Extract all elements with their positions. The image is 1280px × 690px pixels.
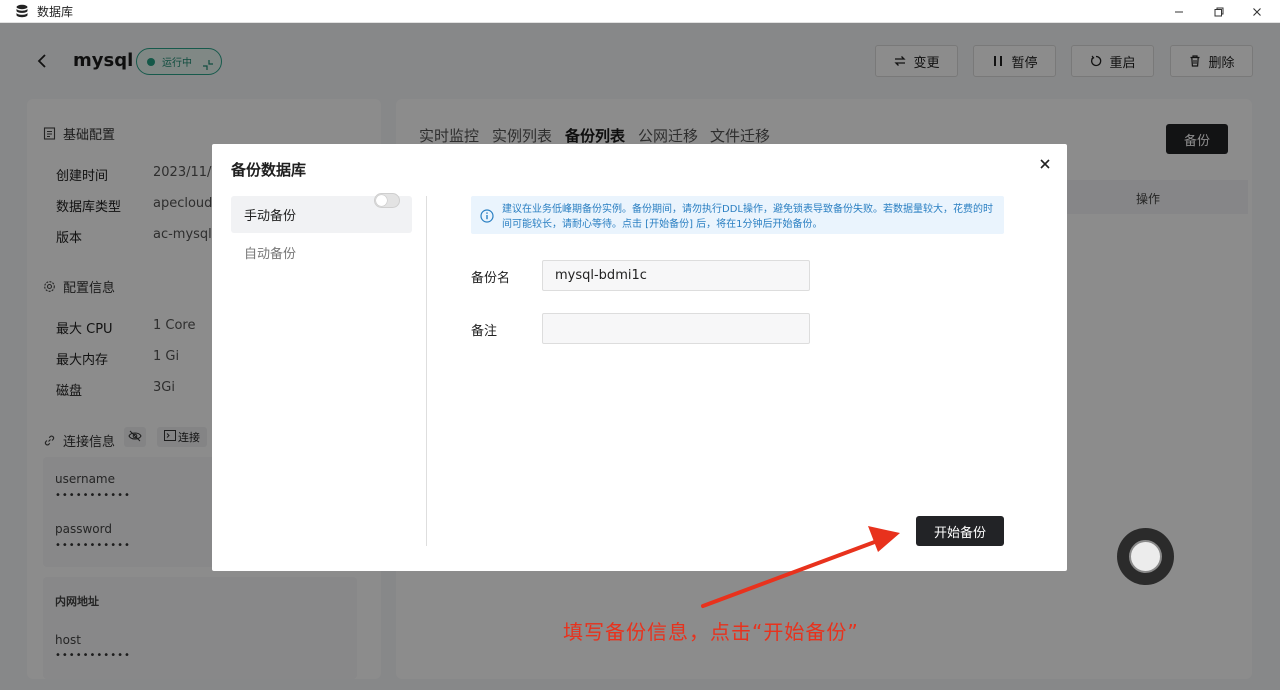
- backup-name-input[interactable]: [542, 260, 810, 291]
- window-title: 数据库: [37, 4, 74, 19]
- info-icon: [480, 208, 494, 223]
- start-backup-button[interactable]: 开始备份: [916, 516, 1004, 546]
- annotation-text: 填写备份信息，点击“开始备份”: [563, 620, 859, 644]
- minimize-icon[interactable]: [1162, 0, 1196, 23]
- toggle-knob: [376, 195, 387, 206]
- restore-icon[interactable]: [1202, 0, 1236, 23]
- database-icon: [15, 4, 29, 18]
- auto-backup-toggle[interactable]: [374, 193, 400, 208]
- dialog-title: 备份数据库: [231, 161, 307, 179]
- remark-input[interactable]: [542, 313, 810, 344]
- assist-circle-icon: [1129, 540, 1162, 573]
- menu-auto-backup-label: 自动备份: [244, 247, 297, 262]
- floating-assist-button[interactable]: [1117, 528, 1174, 585]
- close-icon[interactable]: [1037, 156, 1053, 172]
- remark-label: 备注: [471, 324, 498, 339]
- close-window-icon[interactable]: [1240, 0, 1274, 23]
- notice-text: 建议在业务低峰期备份实例。备份期间，请勿执行DDL操作，避免锁表导致备份失败。若…: [502, 204, 993, 230]
- backup-database-dialog: 备份数据库 手动备份 自动备份 建议在业务低峰期备份实例。备份期间，请勿执行DD…: [212, 144, 1067, 571]
- divider: [426, 196, 427, 546]
- title-bar: 数据库: [0, 0, 1280, 23]
- menu-auto-backup[interactable]: 自动备份: [231, 234, 412, 271]
- backup-name-label: 备份名: [471, 271, 511, 286]
- menu-manual-backup-label: 手动备份: [244, 209, 297, 224]
- backup-notice: 建议在业务低峰期备份实例。备份期间，请勿执行DDL操作，避免锁表导致备份失败。若…: [471, 196, 1004, 234]
